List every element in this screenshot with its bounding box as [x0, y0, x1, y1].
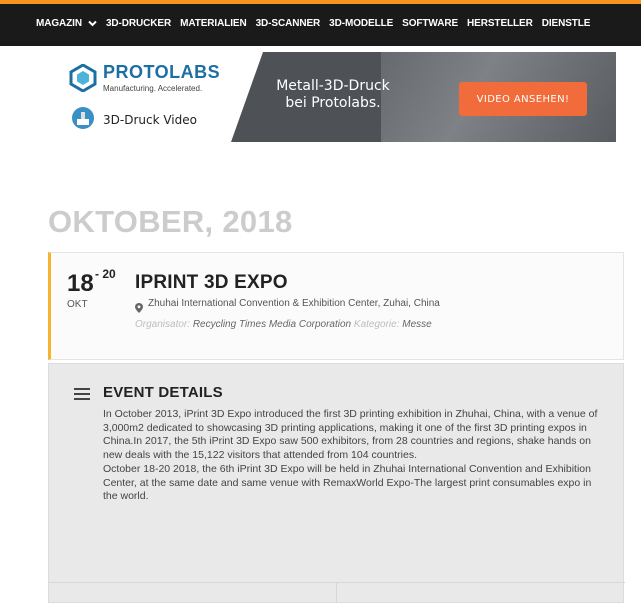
event-meta: Organisator: Recycling Times Media Corpo… — [135, 319, 432, 330]
banner-headline-line: bei Protolabs. — [285, 95, 381, 111]
event-card[interactable]: 18 - 20 OKT IPRINT 3D EXPO Zhuhai Intern… — [48, 252, 624, 360]
month-heading: OKTOBER, 2018 — [48, 204, 293, 239]
chevron-down-icon — [88, 19, 97, 28]
nav-item-hersteller[interactable]: HERSTELLER — [467, 18, 533, 29]
category-label: Kategorie: — [353, 319, 400, 330]
organizer-link[interactable]: Recycling Times Media Corporation — [193, 319, 351, 330]
nav-item-label: MAGAZIN — [36, 18, 82, 29]
nav-item-3d-modelle[interactable]: 3D-MODELLE — [329, 18, 393, 29]
ad-banner[interactable]: PROTOLABS Manufacturing. Accelerated. 3D… — [63, 52, 616, 142]
nav-item-label: 3D-MODELLE — [329, 18, 394, 29]
details-body: In October 2013, iPrint 3D Expo introduc… — [103, 408, 603, 504]
banner-headline: Metall-3D-Druck bei Protolabs. — [273, 78, 393, 112]
brand-name: PROTOLABS — [103, 62, 221, 82]
organizer-label: Organisator: — [135, 319, 191, 330]
nav-item-software[interactable]: SOFTWARE — [402, 18, 458, 29]
nav-item-label: SOFTWARE — [402, 18, 459, 29]
list-menu-icon — [74, 387, 90, 400]
brand-tagline: Manufacturing. Accelerated. — [103, 84, 203, 93]
nav-item-label: HERSTELLER — [467, 18, 533, 29]
nav-item-label: DIENSTLE — [541, 18, 591, 29]
printer-video-icon — [71, 106, 95, 130]
details-footer — [49, 582, 625, 603]
nav-item-3d-scanner[interactable]: 3D-SCANNER — [256, 18, 321, 29]
nav-item-magazin[interactable]: MAGAZIN — [36, 18, 97, 29]
video-cta-button[interactable]: VIDEO ANSEHEN! — [459, 82, 587, 116]
banner-brand-area: PROTOLABS Manufacturing. Accelerated. 3D… — [63, 52, 263, 142]
nav-item-dienstleister[interactable]: DIENSTLE — [542, 18, 591, 29]
video-label: 3D-Druck Video — [103, 113, 197, 127]
main-nav: MAGAZIN 3D-DRUCKER MATERIALIEN 3D-SCANNE… — [36, 18, 590, 29]
nav-item-materialien[interactable]: MATERIALIEN — [180, 18, 247, 29]
details-paragraph: In October 2013, iPrint 3D Expo introduc… — [103, 408, 598, 462]
nav-item-label: MATERIALIEN — [180, 18, 247, 29]
location-pin-icon — [135, 300, 143, 313]
details-paragraph: October 18-20 2018, the 6th iPrint 3D Ex… — [103, 462, 592, 503]
event-month: OKT — [67, 299, 88, 310]
footer-divider — [336, 583, 337, 603]
nav-item-label: 3D-SCANNER — [255, 18, 321, 29]
category-link[interactable]: Messe — [402, 319, 431, 330]
top-navigation-bar: MAGAZIN 3D-DRUCKER MATERIALIEN 3D-SCANNE… — [0, 0, 641, 46]
nav-item-label: 3D-DRUCKER — [105, 18, 172, 29]
event-title[interactable]: IPRINT 3D EXPO — [135, 272, 288, 294]
protolabs-logo-icon — [69, 63, 97, 93]
event-venue: Zhuhai International Convention & Exhibi… — [148, 298, 440, 309]
event-end-day: - 20 — [95, 267, 116, 281]
banner-promo-area: Metall-3D-Druck bei Protolabs. VIDEO ANS… — [231, 52, 616, 142]
event-start-day: 18 — [67, 270, 94, 297]
event-details-panel: EVENT DETAILS In October 2013, iPrint 3D… — [48, 363, 625, 603]
banner-headline-line: Metall-3D-Druck — [276, 78, 390, 94]
nav-item-3d-drucker[interactable]: 3D-DRUCKER — [106, 18, 171, 29]
details-title: EVENT DETAILS — [103, 384, 223, 401]
